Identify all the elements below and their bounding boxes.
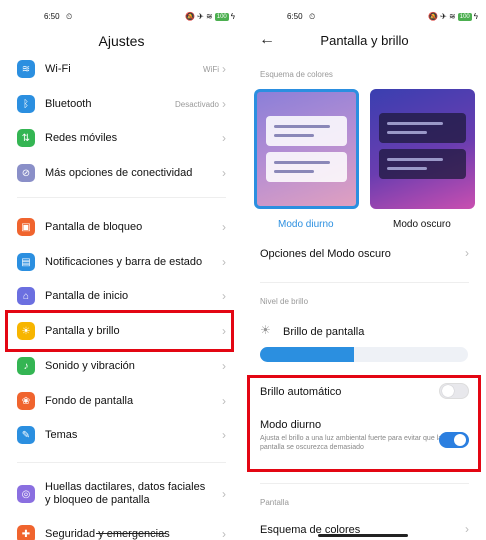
notifications-icon: ▤ [17, 253, 35, 271]
chevron-right-icon: › [222, 394, 226, 408]
dark-mode-preview[interactable] [370, 89, 475, 209]
settings-item-value: WiFi [203, 64, 219, 74]
battery-icon: 100 [457, 12, 472, 21]
bluetooth-icon: ᛒ [17, 95, 35, 113]
fingerprint-icon: ◎ [17, 485, 35, 503]
settings-item[interactable]: ♪ Sonido y vibración › [0, 350, 243, 382]
settings-item[interactable]: ❀ Fondo de pantalla › [0, 385, 243, 417]
chevron-right-icon: › [222, 255, 226, 269]
divider [260, 282, 469, 283]
chevron-right-icon: › [222, 166, 226, 180]
status-icons: 🔕 ✈ ≋ [427, 12, 456, 21]
sound-icon: ♪ [17, 357, 35, 375]
security-icon: ✚ [17, 525, 35, 540]
chevron-right-icon: › [222, 289, 226, 303]
highlight-box [247, 375, 481, 472]
settings-item-label: Bluetooth [45, 97, 92, 110]
chevron-right-icon: › [222, 359, 226, 373]
page-title: Ajustes [98, 33, 145, 49]
settings-item-label: Redes móviles [45, 131, 118, 144]
color-scheme-section: Esquema de colores [260, 70, 333, 79]
mobile-network-icon: ⇅ [17, 129, 35, 147]
settings-item-label: Huellas dactilares, datos faciales y blo… [45, 481, 206, 506]
settings-item-label: Fondo de pantalla [45, 394, 134, 407]
status-time: 6:50 [287, 12, 303, 21]
light-mode-preview[interactable] [254, 89, 359, 209]
brightness-label: Brillo de pantalla [283, 326, 365, 338]
settings-item-label: Pantalla de bloqueo [45, 220, 143, 233]
chevron-right-icon: › [222, 62, 226, 76]
highlight-box [5, 310, 234, 352]
settings-item[interactable]: ≋ Wi-Fi WiFi › [0, 53, 243, 85]
status-time: 6:50 [44, 12, 60, 21]
chevron-right-icon: › [222, 220, 226, 234]
alarm-icon: ⏲ [66, 12, 73, 21]
settings-item-label: Más opciones de conectividad [45, 166, 193, 179]
settings-item[interactable]: ✚ Seguridad y emergencias › [0, 518, 243, 540]
wallpaper-icon: ❀ [17, 392, 35, 410]
settings-item[interactable]: ▤ Notificaciones y barra de estado › [0, 246, 243, 278]
settings-item[interactable]: ▣ Pantalla de bloqueo › [0, 211, 243, 243]
brightness-slider[interactable] [260, 347, 468, 362]
wifi-icon: ≋ [17, 60, 35, 78]
settings-item[interactable]: ⊘ Más opciones de conectividad › [0, 157, 243, 189]
lock-icon: ▣ [17, 218, 35, 236]
dark-mode-options[interactable]: Opciones del Modo oscuro [260, 248, 469, 260]
chevron-right-icon: › [222, 131, 226, 145]
display-brightness-screen: 6:50 ⏲ 🔕 ✈ ≋ 100 ϟ ← Pantalla y brillo E… [243, 0, 486, 540]
settings-item-label: Sonido y vibración [45, 359, 135, 372]
brightness-section: Nivel de brillo [260, 297, 309, 306]
chevron-right-icon: › [222, 97, 226, 111]
settings-item[interactable]: ⇅ Redes móviles › [0, 122, 243, 154]
status-bar: 6:50 ⏲ 🔕 ✈ ≋ 100 ϟ [243, 12, 486, 26]
divider [260, 483, 469, 484]
chevron-right-icon: › [222, 487, 226, 501]
page-title: Pantalla y brillo [320, 33, 409, 48]
themes-icon: ✎ [17, 426, 35, 444]
connectivity-icon: ⊘ [17, 164, 35, 182]
home-icon: ⌂ [17, 287, 35, 305]
chevron-right-icon: › [465, 522, 469, 536]
battery-icon: 100 [214, 12, 229, 21]
dark-mode-label[interactable]: Modo oscuro [393, 219, 451, 230]
brightness-slider-fill [260, 347, 354, 362]
settings-item[interactable]: ✎ Temas › [0, 419, 243, 451]
chevron-right-icon: › [465, 246, 469, 260]
status-bar: 6:50 ⏲ 🔕 ✈ ≋ 100 ϟ [0, 12, 243, 26]
strike-line [96, 533, 166, 534]
status-icons: 🔕 ✈ ≋ [184, 12, 213, 21]
light-mode-label[interactable]: Modo diurno [278, 219, 334, 230]
settings-screen: 6:50 ⏲ 🔕 ✈ ≋ 100 ϟ Ajustes ≋ Wi-Fi WiFi › ᛒ B… [0, 0, 243, 540]
settings-item-value: Desactivado [174, 99, 219, 109]
settings-item[interactable]: ᛒ Bluetooth Desactivado › [0, 88, 243, 120]
sun-icon: ☀ [260, 323, 271, 337]
settings-item-label: Notificaciones y barra de estado [45, 255, 203, 268]
divider [17, 462, 226, 463]
settings-item[interactable]: ⌂ Pantalla de inicio › [0, 280, 243, 312]
screen-section: Pantalla [260, 498, 289, 507]
gesture-bar[interactable] [318, 534, 408, 537]
alarm-icon: ⏲ [309, 12, 316, 21]
charging-icon: ϟ [473, 12, 478, 21]
settings-item-label: Temas [45, 428, 78, 441]
settings-item-label: Wi-Fi [45, 62, 71, 75]
charging-icon: ϟ [230, 12, 235, 21]
settings-item-label: Pantalla de inicio [45, 289, 129, 302]
divider [17, 197, 226, 198]
settings-item[interactable]: ◎ Huellas dactilares, datos faciales y bl… [0, 478, 243, 510]
chevron-right-icon: › [222, 428, 226, 442]
chevron-right-icon: › [222, 527, 226, 540]
